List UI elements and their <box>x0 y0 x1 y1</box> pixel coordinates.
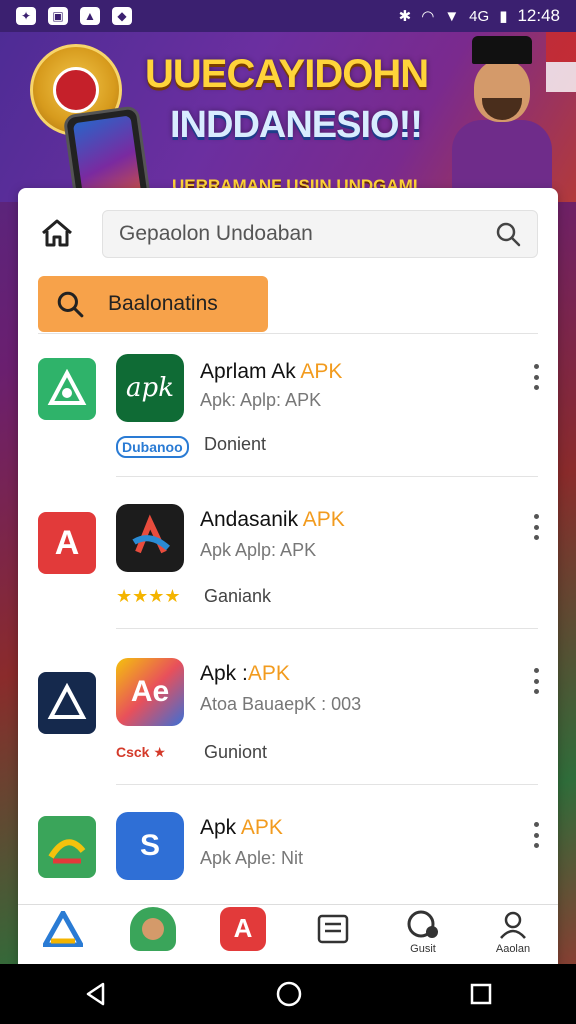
category-icon <box>38 358 96 420</box>
apk-icon: A <box>220 906 266 951</box>
app-name[interactable]: Aprlam Ak APK <box>200 360 342 384</box>
filter-label: Baalonatins <box>108 292 218 315</box>
app-subtitle: Apk: Aplp: APK <box>200 390 322 410</box>
flag-icon <box>546 32 576 92</box>
clock: 12:48 <box>517 6 560 25</box>
mascot-illustration <box>446 32 558 202</box>
list-icon <box>310 907 356 951</box>
list-item[interactable]: Ae Apk :APK Atoa BauaepK : 003 Csck ★ Gu… <box>18 652 558 802</box>
notification-icon: ▣ <box>48 7 68 25</box>
banner-title-2: INDDANESIO!! <box>170 104 423 146</box>
category-icon <box>38 816 96 878</box>
nav-label: Gusit <box>410 942 436 955</box>
divider <box>38 333 538 334</box>
chat-icon <box>400 907 446 943</box>
rating-stars: ★★★★ <box>116 586 181 606</box>
nav-item-home[interactable] <box>31 907 95 963</box>
promo-banner[interactable]: UUECAYIDOHN INDDANESIO!! UERRAMANF USIIN… <box>0 32 576 202</box>
app-icon[interactable]: S <box>116 812 184 880</box>
bottom-nav: A Gusit Aaolan <box>18 904 558 964</box>
network-label: 4G <box>469 7 490 25</box>
app-name[interactable]: Andasanik APK <box>200 508 345 532</box>
category-icon: A <box>38 512 96 574</box>
app-list-card: Gepaolon Undoaban Baalonatins apk Aprlam… <box>18 188 558 968</box>
banner-title: UUECAYIDOHN <box>145 52 429 96</box>
category-icon <box>38 672 96 734</box>
nav-item-list[interactable] <box>301 907 365 963</box>
search-text: Gepaolon Undoaban <box>119 222 313 245</box>
wifi-icon: ◠ <box>421 8 435 25</box>
divider <box>116 476 538 477</box>
nav-label: Aaolan <box>495 942 531 955</box>
app-icon[interactable]: apk <box>116 354 184 422</box>
status-badge: Dubanoo <box>116 436 189 458</box>
more-options-icon[interactable] <box>532 364 540 390</box>
divider <box>116 628 538 629</box>
nav-item-avatar[interactable] <box>121 906 185 963</box>
nav-item-profile[interactable]: Aaolan <box>481 907 545 963</box>
more-options-icon[interactable] <box>532 514 540 540</box>
search-icon <box>57 291 84 318</box>
battery-icon: ▮ <box>499 8 508 25</box>
download-label[interactable]: Ganiank <box>204 586 271 607</box>
app-subtitle: Atoa BauaepK : 003 <box>200 694 362 714</box>
avatar-icon <box>130 906 176 951</box>
app-subtitle: Apk Aplp: APK <box>200 540 317 560</box>
back-icon[interactable] <box>83 981 109 1007</box>
search-icon[interactable] <box>495 221 521 247</box>
nav-item-apk[interactable]: A <box>211 906 275 963</box>
more-options-icon[interactable] <box>532 668 540 694</box>
download-label[interactable]: Donient <box>204 434 266 455</box>
signal-icon: ▼ <box>444 7 460 25</box>
profile-icon <box>490 907 536 943</box>
search-input[interactable]: Gepaolon Undoaban <box>102 210 538 258</box>
app-name[interactable]: Apk APK <box>200 816 283 840</box>
list-item[interactable]: A Andasanik APK Apk Aplp: APK ★★★★ Gania… <box>18 498 558 648</box>
app-subtitle: Apk Aple: Nit <box>200 848 304 868</box>
download-label[interactable]: Guniont <box>204 742 267 763</box>
divider <box>116 784 538 785</box>
filter-button[interactable]: Baalonatins <box>38 276 268 332</box>
notification-icon: ▲ <box>80 7 100 25</box>
home-icon[interactable] <box>40 218 74 248</box>
triangle-logo-icon <box>40 907 86 951</box>
recents-icon[interactable] <box>469 982 493 1006</box>
bluetooth-icon: ✱ <box>398 8 412 25</box>
app-icon[interactable] <box>116 504 184 572</box>
app-name[interactable]: Apk :APK <box>200 662 290 686</box>
status-badge: Csck ★ <box>116 744 166 760</box>
system-nav-bar <box>0 964 576 1024</box>
notification-icon: ✦ <box>16 7 36 25</box>
app-icon[interactable]: Ae <box>116 658 184 726</box>
more-options-icon[interactable] <box>532 822 540 848</box>
nav-item-chat[interactable]: Gusit <box>391 907 455 963</box>
notification-icon: ◆ <box>112 7 132 25</box>
status-bar: ✦ ▣ ▲ ◆ ✱ ◠ ▼ 4G ▮ 12:48 <box>0 0 576 32</box>
home-circle-icon[interactable] <box>275 980 303 1008</box>
